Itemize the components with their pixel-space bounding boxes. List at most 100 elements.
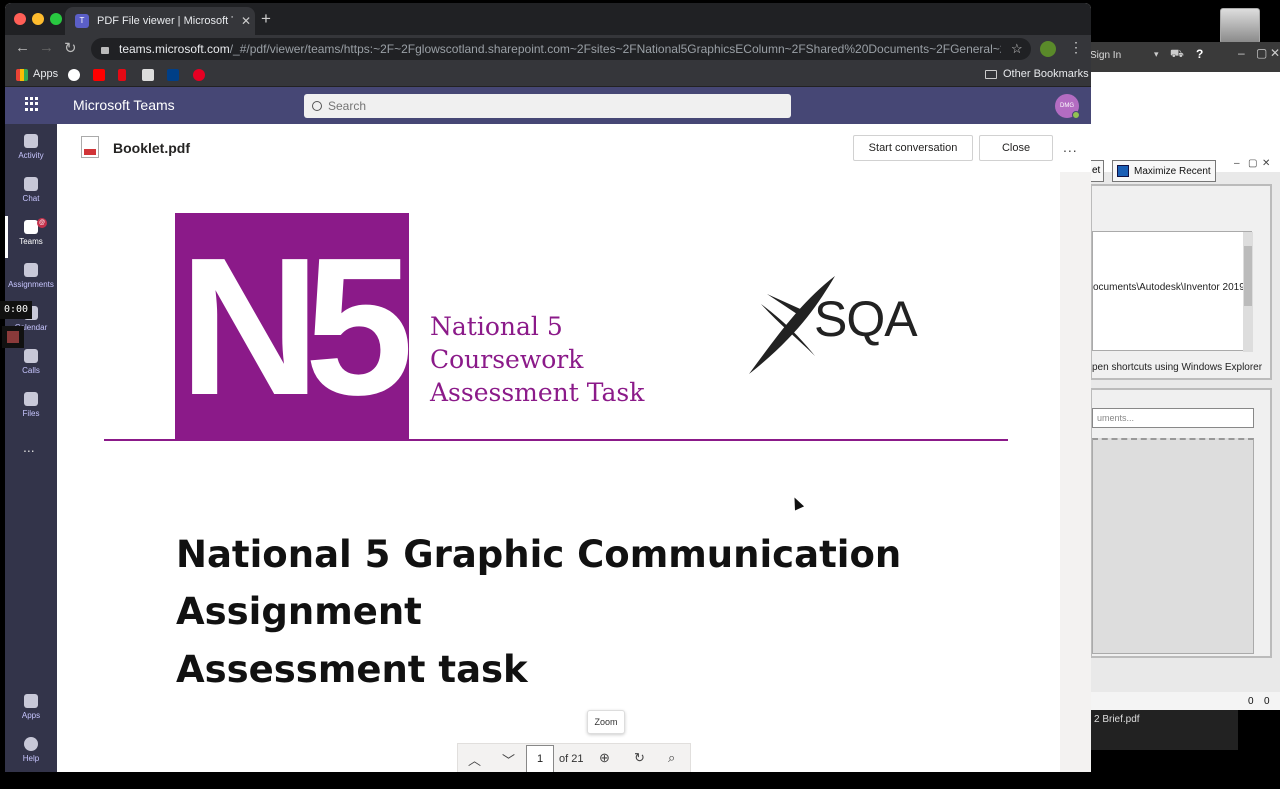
projects-list[interactable]: ocuments\Autodesk\Inventor 2019 (1092, 231, 1253, 352)
window-zoom-icon[interactable] (50, 13, 62, 25)
bell-icon (24, 134, 38, 148)
rail-item-assignments[interactable]: Assignments (5, 259, 57, 301)
more-options-icon[interactable]: ... (1063, 139, 1078, 155)
desktop-drive-icon[interactable] (1220, 8, 1260, 44)
browser-toolbar: ← → ↻ teams.microsoft.com/_#/pdf/viewer/… (5, 35, 1091, 63)
netflix-icon[interactable] (118, 69, 126, 81)
extension-icon[interactable] (1040, 41, 1056, 57)
documents-list[interactable] (1092, 438, 1254, 654)
apps-grid-icon[interactable] (16, 69, 28, 81)
status-count-a: 0 (1248, 696, 1254, 707)
help-icon[interactable]: ? (1196, 47, 1203, 61)
forward-arrow-icon[interactable]: → (39, 39, 54, 56)
close-icon[interactable]: ✕ (1270, 46, 1280, 60)
cart-icon[interactable]: ⛟ (1170, 48, 1184, 62)
browser-menu-icon[interactable]: ⋮ (1069, 39, 1083, 56)
browser-window: T PDF File viewer | Microsoft Teams ✕ + … (5, 3, 1091, 772)
rail-item-files[interactable]: Files (5, 388, 57, 430)
mention-badge: @ (37, 218, 47, 228)
coursework-line-3: Assessment Task (430, 378, 645, 407)
pdf-viewer-body[interactable]: N5 National 5 Coursework Assessment Task… (57, 172, 1091, 772)
window-close-icon[interactable] (14, 13, 26, 25)
coursework-line-1: National 5 (430, 312, 563, 341)
reload-icon[interactable]: ↻ (64, 39, 77, 57)
address-bar[interactable]: teams.microsoft.com/_#/pdf/viewer/teams/… (91, 38, 1031, 60)
panel-restore-icon[interactable]: ▢ (1248, 158, 1257, 169)
pinterest-icon[interactable] (193, 69, 205, 81)
lock-icon (101, 46, 109, 54)
shortcuts-text: pen shortcuts using Windows Explorer (1092, 362, 1263, 373)
bookmark-flag-icon[interactable] (167, 69, 179, 81)
get-started-button[interactable]: et (1090, 160, 1104, 182)
window-minimize-icon[interactable] (32, 13, 44, 25)
active-indicator (5, 216, 8, 258)
mouse-cursor-icon (789, 495, 805, 511)
background-file-label[interactable]: 2 Brief.pdf (1094, 714, 1140, 725)
minimize-icon[interactable]: – (1238, 46, 1245, 60)
sqa-logo: SQA (747, 276, 937, 376)
app-rail: Activity Chat @ Teams Assignments Calend… (5, 124, 57, 772)
divider-line (104, 439, 1008, 441)
zoom-in-icon[interactable]: ⊕ (599, 750, 610, 766)
sign-in-link[interactable]: Sign In (1090, 50, 1121, 61)
maximize-recent-label: Maximize Recent (1134, 165, 1211, 177)
search-box[interactable] (304, 94, 791, 118)
bookmark-site-icon[interactable] (142, 69, 154, 81)
tab-close-icon[interactable]: ✕ (241, 14, 251, 28)
stop-icon (7, 331, 19, 343)
panel-minimize-icon[interactable]: – (1234, 158, 1240, 169)
start-conversation-button[interactable]: Start conversation (853, 135, 973, 161)
rail-item-activity[interactable]: Activity (5, 130, 57, 172)
bookmark-apps[interactable]: Apps (33, 68, 58, 80)
rail-item-apps[interactable]: Apps (5, 690, 57, 732)
rail-label-teams: Teams (19, 237, 43, 246)
presence-available-icon (1072, 111, 1080, 119)
rail-item-calls[interactable]: Calls (5, 345, 57, 387)
google-icon[interactable] (68, 69, 80, 81)
youtube-icon[interactable] (93, 69, 105, 81)
search-input[interactable] (328, 99, 768, 113)
background-status-bar: 0 0 (1090, 692, 1280, 710)
documents-search-input[interactable]: uments... (1092, 408, 1254, 428)
app-launcher-icon[interactable] (25, 97, 39, 111)
file-name: Booklet.pdf (113, 140, 190, 156)
rotate-icon[interactable]: ↻ (634, 750, 645, 766)
document-heading-line-3: Assessment task (176, 648, 528, 691)
browser-tab[interactable]: T PDF File viewer | Microsoft Teams ✕ (65, 7, 255, 35)
phone-icon (24, 349, 38, 363)
recording-timer: 0:00 (0, 301, 32, 319)
tab-title: PDF File viewer | Microsoft Teams (97, 15, 233, 27)
background-file-strip: 2 Brief.pdf (1090, 710, 1238, 750)
other-bookmarks[interactable]: Other Bookmarks (985, 68, 1089, 80)
find-icon[interactable]: ⌕ (668, 750, 675, 766)
page-number-input[interactable] (526, 745, 554, 772)
viewer-scroll-gutter[interactable] (1060, 172, 1091, 772)
bookmark-star-icon[interactable]: ☆ (1011, 41, 1023, 57)
rail-item-teams[interactable]: @ Teams (5, 216, 57, 258)
help-icon (24, 737, 38, 751)
backpack-icon (24, 263, 38, 277)
maximize-recent-button[interactable]: Maximize Recent (1112, 160, 1216, 182)
rail-label-apps: Apps (21, 711, 41, 720)
avatar[interactable]: DMG (1055, 94, 1080, 119)
tab-strip: T PDF File viewer | Microsoft Teams ✕ + (5, 3, 1091, 35)
avatar-initials: DMG (1060, 103, 1074, 109)
rail-label-chat: Chat (22, 194, 40, 203)
new-tab-icon[interactable]: + (261, 9, 271, 29)
more-apps-icon[interactable]: ... (23, 439, 35, 455)
close-button[interactable]: Close (979, 135, 1053, 161)
chevron-down-icon[interactable]: ▾ (1154, 49, 1159, 60)
panel-close-icon[interactable]: ✕ (1262, 158, 1270, 169)
stop-recording-button[interactable] (2, 326, 24, 348)
previous-page-icon[interactable]: ︿ (468, 750, 481, 769)
rail-item-chat[interactable]: Chat (5, 173, 57, 215)
next-page-icon[interactable]: ﹀ (502, 750, 515, 769)
rail-item-help[interactable]: Help (5, 733, 57, 772)
back-arrow-icon[interactable]: ← (15, 39, 30, 56)
zoom-tooltip: Zoom (587, 710, 625, 734)
page-count: of 21 (559, 753, 584, 765)
restore-icon[interactable]: ▢ (1256, 46, 1267, 60)
list-scrollbar[interactable] (1243, 232, 1253, 352)
pdf-viewer-header: Booklet.pdf Start conversation Close ... (57, 124, 1091, 172)
window-icon (1117, 165, 1129, 177)
